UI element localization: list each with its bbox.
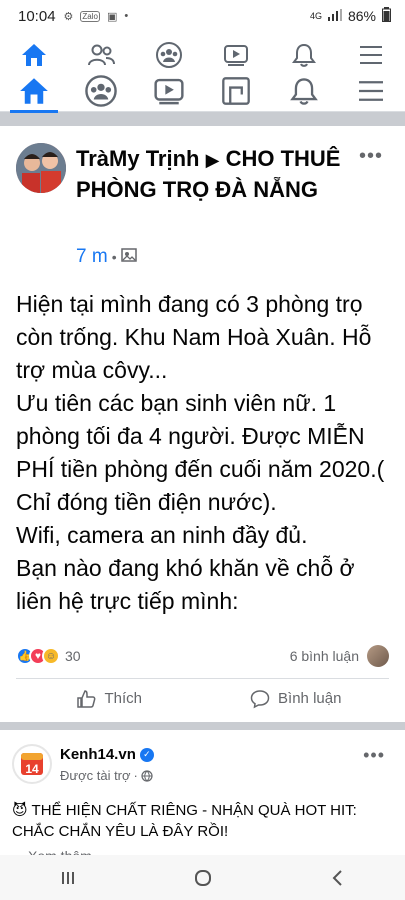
like-label: Thích [104,690,142,707]
post-body-line: Wifi, camera an ninh đầy đủ. [16,522,308,548]
advertiser-label: Kenh14.vn [60,746,136,763]
post-meta: 7 m • [76,246,137,268]
home-icon [19,77,48,104]
groups-icon [85,74,118,107]
zalo-icon: Zalo [80,10,100,22]
post-time[interactable]: 7 m [76,246,108,268]
logo-text: 14 [25,762,39,776]
marketplace-icon [222,76,251,105]
top-navigation-overlay [0,70,405,113]
groups-icon [155,41,182,68]
recent-apps-button[interactable] [48,863,88,893]
tab-home-overlay[interactable] [4,71,64,113]
home-circle-icon [194,869,211,886]
privacy-icon [120,246,137,268]
comment-label: Bình luận [278,690,342,707]
notification-icon: ⚙ [63,10,74,23]
post-body-line: Hiện tại mình đang có 3 phòng trọ còn tr… [16,291,372,383]
dot-icon: • [124,10,129,22]
tab-watch[interactable] [206,35,266,75]
author-avatar[interactable] [16,143,66,193]
care-reaction-icon: ☺ [42,647,60,665]
post-title: TràMy Trịnh ▶ CHO THUÊ PHÒNG TRỌ ĐÀ NẴNG [76,144,346,205]
notifications-icon [291,43,316,67]
comment-button[interactable]: Bình luận [203,689,390,709]
globe-icon [141,769,153,782]
notifications-icon [289,77,318,105]
tab-menu-overlay[interactable] [341,71,401,111]
devil-emoji-icon: 😈 [12,802,28,819]
verified-badge-icon: ✓ [139,747,154,762]
watch-icon [224,44,249,66]
back-button[interactable] [318,863,358,893]
battery-percent: 86% [347,8,376,24]
tab-marketplace-overlay[interactable] [206,71,266,111]
post-body-line: Ưu tiên các bạn sinh viên nữ. 1 phòng tố… [16,390,385,515]
recent-apps-icon [61,871,74,884]
battery-icon [382,7,391,25]
post-actions: Thích Bình luận [16,678,389,718]
like-button[interactable]: Thích [16,689,203,709]
sponsored-separator: · [133,768,138,783]
friends-icon [88,44,116,65]
commenter-avatar [367,645,389,667]
home-icon [21,43,46,66]
menu-icon [359,80,384,101]
post-body: Hiện tại mình đang có 3 phòng trọ còn tr… [16,288,394,635]
kenh14-logo[interactable]: 14 [12,744,52,784]
tab-notifications-overlay[interactable] [274,71,334,111]
advertiser-name[interactable]: Kenh14.vn ✓ [60,746,154,763]
reaction-icons[interactable]: 👍 ♥ ☺ [16,647,60,665]
tab-groups[interactable] [139,35,199,75]
sponsored-text: Được tài trợ [60,768,131,783]
tab-friends[interactable] [71,35,131,75]
back-icon [332,869,342,886]
tab-notifications[interactable] [274,35,334,75]
post-more-button[interactable]: ••• [359,145,383,168]
status-time: 10:04 [18,7,56,25]
ad-more-button[interactable]: ••• [363,745,385,766]
arrow-icon: ▶ [205,150,220,170]
post-body-line: Bạn nào đang khó khăn về chỗ ở liên hệ t… [16,555,355,614]
network-type: 4G [309,11,322,21]
menu-icon [360,45,383,64]
ad-text: 😈 THỂ HIỆN CHẤT RIÊNG - NHẬN QUÀ HOT HIT… [12,800,397,842]
reaction-summary: 👍 ♥ ☺ 30 6 bình luận [0,640,405,672]
reaction-count[interactable]: 30 [65,648,81,664]
comments-count[interactable]: 6 bình luận [290,648,359,664]
like-icon [77,689,96,708]
home-button[interactable] [183,863,223,893]
tab-watch-overlay[interactable] [139,71,199,111]
comment-icon [250,689,270,708]
sponsored-label: Được tài trợ · [60,768,153,783]
author-name[interactable]: TràMy Trịnh [76,146,199,171]
status-notification-icons: ⚙ Zalo ▣ • [64,10,129,23]
status-right: 4G 86% [310,7,391,25]
gallery-icon: ▣ [106,10,118,23]
meta-separator: • [111,249,117,265]
watch-icon [154,78,184,104]
tab-menu[interactable] [341,35,401,75]
tab-home[interactable] [4,35,64,78]
tab-groups-overlay[interactable] [71,71,131,111]
system-navigation-bar [0,855,405,900]
ad-headline: THỂ HIỆN CHẤT RIÊNG - NHẬN QUÀ HOT HIT: … [12,802,357,840]
signal-icon [327,8,342,24]
status-bar: 10:04 ⚙ Zalo ▣ • 4G 86% [0,0,405,32]
